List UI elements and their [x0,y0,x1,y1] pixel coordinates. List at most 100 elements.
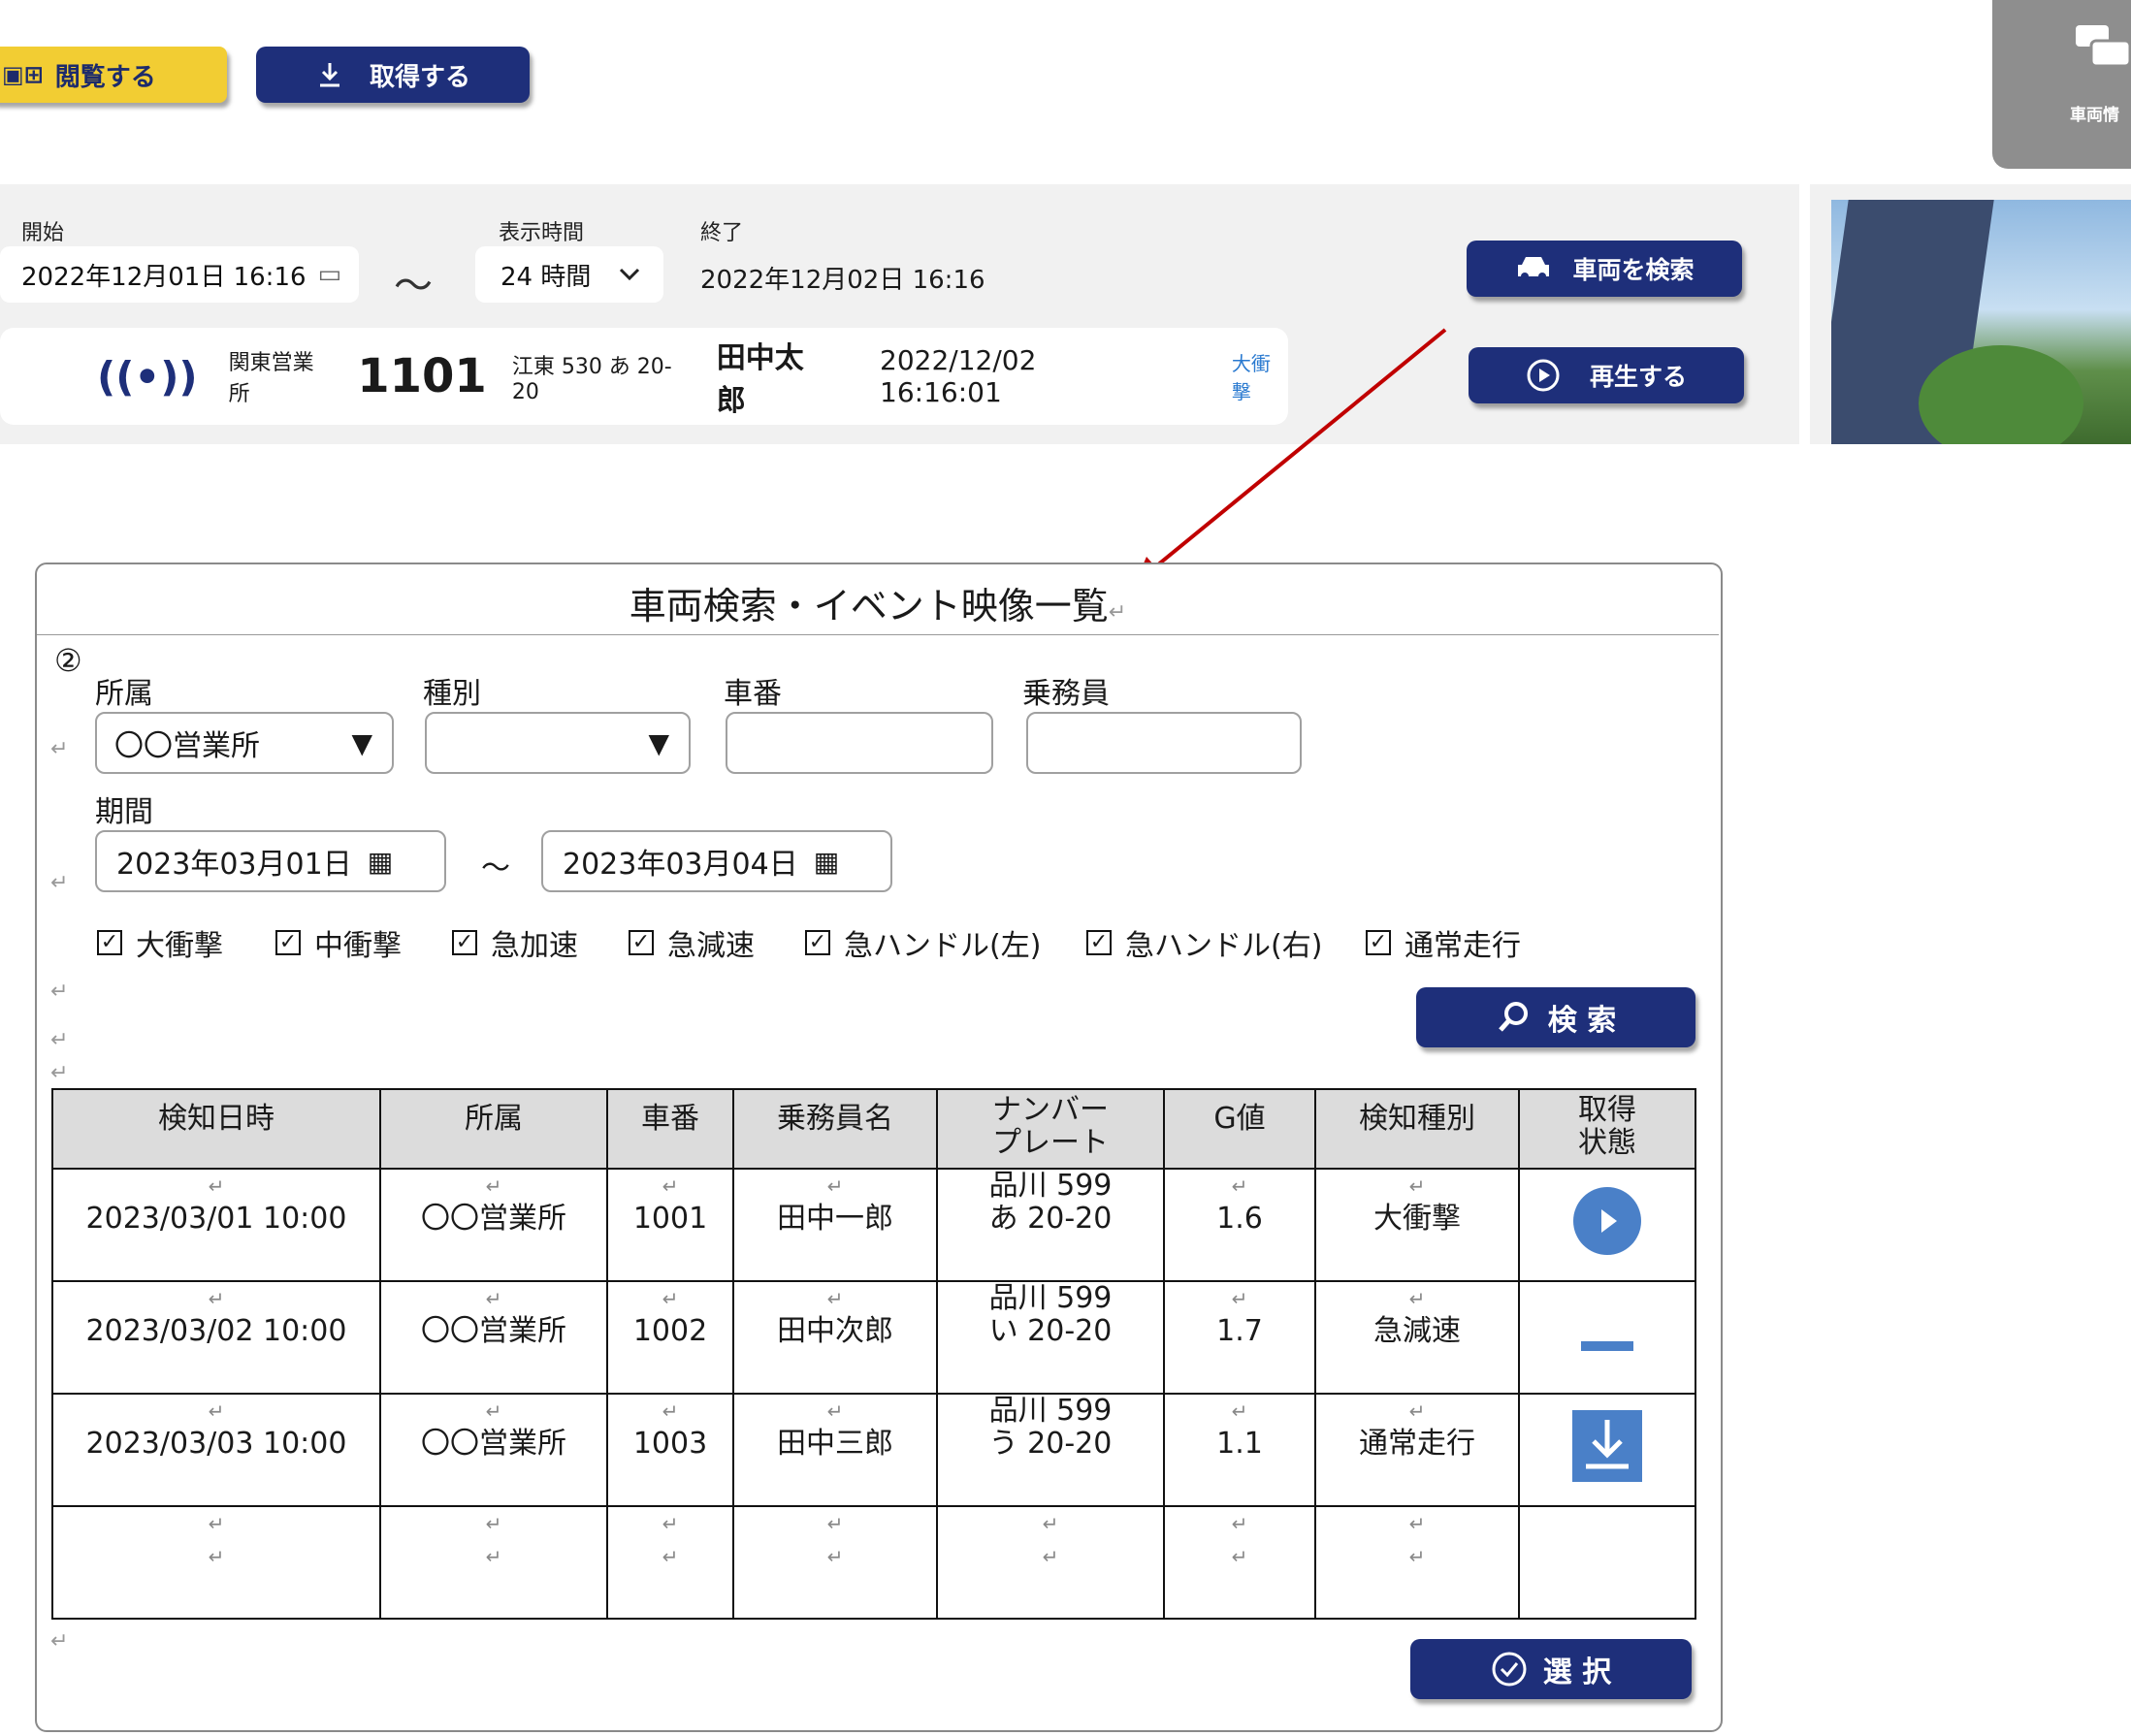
header-plate: ナンバー プレート [936,1088,1165,1170]
checkbox-medium-impact[interactable]: ✓ 中衝撃 [275,921,402,964]
play-icon[interactable] [1571,1185,1643,1257]
calendar-icon[interactable]: ▦ [814,846,839,878]
checkbox-sudden-decel[interactable]: ✓ 急減速 [629,921,755,964]
view-button-label: 閲覧する [54,62,156,92]
row-plate-line2: う 20-20 [988,1427,1113,1461]
play-label: 再生する [1589,363,1687,391]
row-kind: 大衝撃 [1373,1202,1461,1236]
checkbox-check-icon: ✓ [1366,930,1391,955]
signal-icon: ((•)) [97,352,198,401]
checkbox-label: 大衝撃 [136,929,223,963]
return-mark: ↵ [50,737,69,761]
row-driver: 田中三郎 [777,1427,893,1461]
checkbox-normal-driving[interactable]: ✓ 通常走行 [1366,921,1521,964]
affiliation-label: 所属 [95,677,153,711]
event-vehicle-no: 1101 [357,349,487,403]
return-mark: ↵ [50,980,69,1004]
checkbox-check-icon: ✓ [452,930,477,955]
period-start-field[interactable]: 2023年03月01日 ▦ [95,830,446,892]
range-tilde: 〜 [394,264,433,308]
header-g-value: G値 [1163,1088,1316,1170]
return-mark: ↵ [50,871,69,895]
row-datetime: 2023/03/03 10:00 [85,1427,347,1461]
period-end-field[interactable]: 2023年03月04日 ▦ [541,830,892,892]
row-plate-line1: 品川 599 [988,1394,1113,1428]
start-date-value: 2022年12月01日 16:16 [21,262,307,292]
checkbox-check-icon: ✓ [275,930,301,955]
fetch-button[interactable]: 取得する [256,47,530,103]
calendar-icon[interactable]: ▭ [318,260,342,289]
checkbox-sharp-left[interactable]: ✓ 急ハンドル(左) [805,921,1041,964]
checkbox-sudden-accel[interactable]: ✓ 急加速 [452,921,578,964]
vehicle-info-tab[interactable]: 車両情 [1992,0,2131,169]
row-plate-line1: 品川 599 [988,1169,1113,1203]
search-button[interactable]: 検 索 [1416,987,1695,1047]
affiliation-select[interactable]: 〇〇営業所 ▼ [95,712,394,774]
vehicle-no-input[interactable] [726,712,993,774]
table-row[interactable]: ↵ 2023/03/02 10:00 ↵ 〇〇営業所 ↵ 1002 ↵ 田中次郎 品川 … [51,1280,1696,1395]
vehicle-icon [2076,25,2131,68]
return-mark: ↵ [50,1061,69,1085]
header-datetime: 検知日時 [51,1088,381,1170]
check-circle-icon [1492,1652,1527,1687]
image-view-icon: ▣⊞ [2,61,44,88]
row-plate-line1: 品川 599 [988,1281,1113,1315]
event-office: 関東営業所 [228,351,314,406]
dropdown-triangle-icon: ▼ [648,726,669,759]
annotation-arrow [1135,328,1447,584]
return-mark: ↵ [50,1629,69,1654]
step-marker: ② [54,642,82,679]
select-button-label: 選 択 [1542,1656,1612,1689]
camera-preview[interactable] [1831,200,2131,444]
type-label: 種別 [423,677,481,711]
select-button[interactable]: 選 択 [1410,1639,1692,1699]
row-vehicle: 1002 [632,1314,708,1348]
checkbox-label: 通常走行 [1405,929,1521,963]
period-label: 期間 [95,795,153,829]
return-mark: ↵ [50,1028,69,1052]
start-date-field[interactable]: 2022年12月01日 16:16 ▭ [0,246,359,303]
display-time-select[interactable]: 24 時間 [475,246,663,303]
crew-label: 乗務員 [1022,677,1110,711]
search-vehicle-button[interactable]: 車両を検索 [1467,241,1742,297]
checkbox-label: 中衝撃 [314,929,402,963]
header-vehicle: 車番 [606,1088,734,1170]
table-header-row: 検知日時 所属 車番 乗務員名 ナンバー プレート G値 検知種別 取得 状態 [51,1088,1696,1170]
row-datetime: 2023/03/02 10:00 [85,1314,347,1348]
view-button[interactable]: ▣⊞ 閲覧する [0,47,227,103]
fetch-button-label: 取得する [369,62,470,92]
dialog-title-text: 車両検索・イベント映像一覧 [629,585,1109,627]
display-time-label: 表示時間 [499,221,585,245]
checkbox-sharp-right[interactable]: ✓ 急ハンドル(右) [1086,921,1322,964]
header-office: 所属 [379,1088,608,1170]
checkbox-label: 急ハンドル(右) [1125,929,1323,963]
download-icon [319,63,339,87]
checkbox-label: 急減速 [667,929,755,963]
event-info-card[interactable]: ((•)) 関東営業所 1101 江東 530 あ 20-20 田中太郎 202… [0,328,1288,425]
search-icon [1498,1002,1528,1032]
header-status: 取得 状態 [1518,1088,1696,1170]
row-kind: 通常走行 [1359,1427,1475,1461]
checkbox-major-impact[interactable]: ✓ 大衝撃 [97,921,223,964]
dialog-title: 車両検索・イベント映像一覧↵ [37,576,1719,635]
checkbox-check-icon: ✓ [1086,930,1112,955]
checkbox-label: 急加速 [491,929,578,963]
crew-input[interactable] [1026,712,1302,774]
row-vehicle: 1003 [632,1427,708,1461]
row-g-value: 1.1 [1216,1427,1263,1461]
vehicle-info-label: 車両情 [2070,106,2119,125]
chevron-down-icon [620,268,640,281]
dash-icon [1581,1341,1633,1351]
type-select[interactable]: ▼ [425,712,691,774]
table-row[interactable]: ↵ 2023/03/03 10:00 ↵ 〇〇営業所 ↵ 1003 ↵ 田中三郎 品川 … [51,1393,1696,1507]
vehicle-no-label: 車番 [724,677,782,711]
download-icon[interactable] [1572,1410,1642,1482]
row-g-value: 1.7 [1216,1314,1263,1348]
checkbox-check-icon: ✓ [97,930,122,955]
period-start-value: 2023年03月01日 [116,848,352,882]
row-office: 〇〇営業所 [421,1314,566,1348]
table-row[interactable]: ↵ 2023/03/01 10:00 ↵ 〇〇営業所 ↵ 1001 ↵ 田中一郎 品川 … [51,1168,1696,1282]
play-button[interactable]: 再生する [1469,347,1744,403]
calendar-icon[interactable]: ▦ [368,846,393,878]
row-vehicle: 1001 [632,1202,708,1236]
